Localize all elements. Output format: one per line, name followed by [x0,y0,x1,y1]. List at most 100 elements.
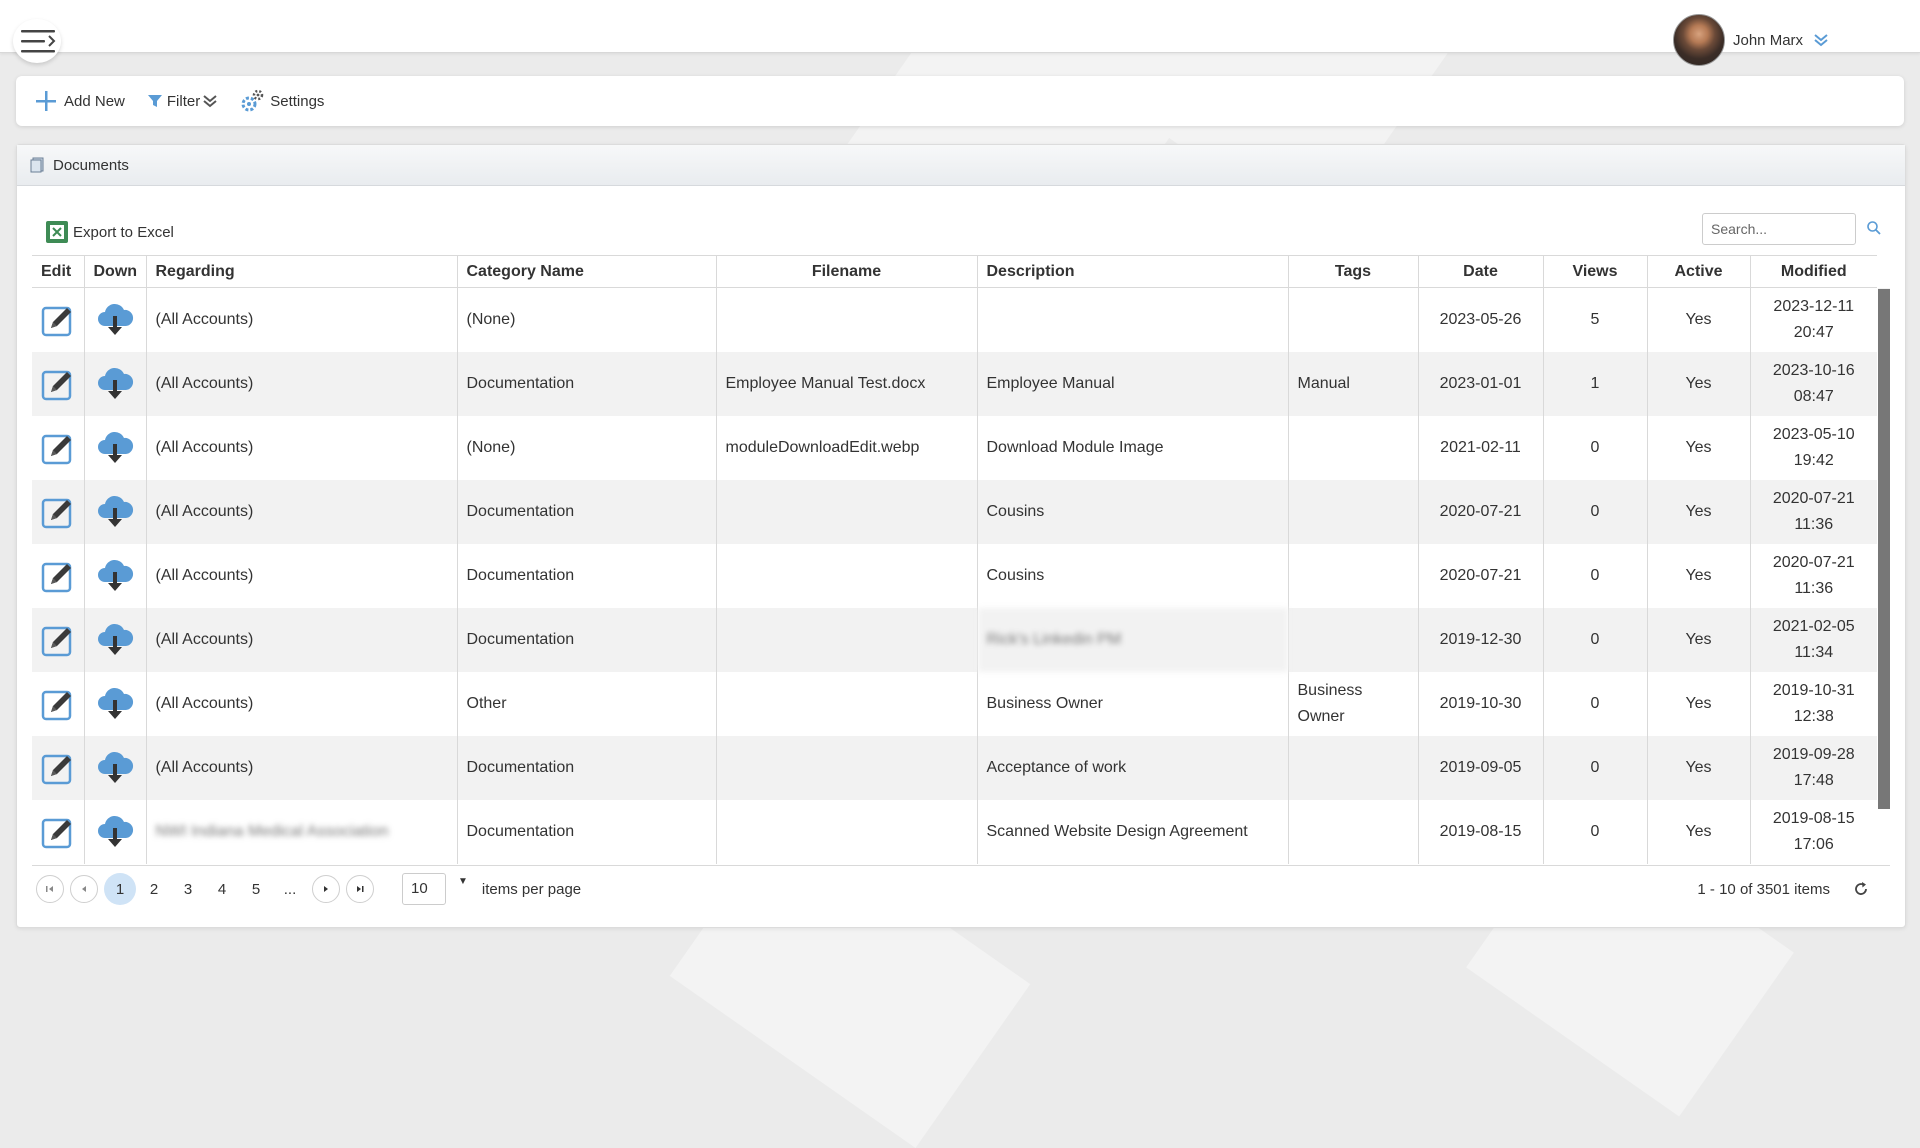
edit-icon[interactable] [40,430,76,466]
first-page-button[interactable] [36,875,64,903]
user-menu[interactable]: John Marx [1673,14,1829,66]
column-header-edit[interactable]: Edit [32,255,85,288]
column-header-views[interactable]: Views [1543,255,1648,288]
edit-icon[interactable] [40,366,76,402]
table-row[interactable]: (All Accounts) Documentation Cousins 202… [32,479,1877,544]
cloud-download-icon[interactable] [96,749,134,787]
table-row[interactable]: (All Accounts) Documentation Cousins 202… [32,543,1877,608]
page-size-dropdown-arrow[interactable]: ▼ [458,876,468,887]
cloud-download-icon[interactable] [96,621,134,659]
last-page-button[interactable] [346,875,374,903]
cloud-download-icon[interactable] [96,813,134,851]
filename-cell [716,735,978,800]
modified-cell: 2020-07-21 11:36 [1750,479,1877,544]
cloud-download-icon[interactable] [96,365,134,403]
active-cell: Yes [1647,671,1751,736]
modified-cell: 2023-12-11 20:47 [1750,288,1877,352]
cloud-download-icon[interactable] [96,301,134,339]
page-5-button[interactable]: 5 [240,873,272,905]
views-cell: 0 [1543,671,1648,736]
tags-cell [1288,543,1419,608]
table-row[interactable]: (All Accounts) Documentation Rick's Link… [32,607,1877,672]
page-4-button[interactable]: 4 [206,873,238,905]
column-header-regarding[interactable]: Regarding [146,255,458,288]
description-cell: Cousins [977,479,1289,544]
edit-icon[interactable] [40,814,76,850]
avatar [1673,14,1725,66]
column-header-down[interactable]: Down [84,255,147,288]
scrollbar-thumb[interactable] [1878,289,1890,809]
excel-icon [46,221,68,243]
modified-date: 2023-05-10 [1772,425,1855,443]
column-header-filename[interactable]: Filename [716,255,978,288]
column-header-date[interactable]: Date [1418,255,1544,288]
views-cell: 0 [1543,799,1648,864]
previous-page-button[interactable] [70,875,98,903]
table-row[interactable]: (All Accounts) Documentation Acceptance … [32,735,1877,800]
views-cell: 0 [1543,735,1648,800]
modified-time: 17:06 [1793,835,1834,853]
items-info: 1 - 10 of 3501 items [1697,880,1830,898]
column-header-modified[interactable]: Modified [1750,255,1877,288]
filename-cell [716,543,978,608]
download-cell [84,735,147,800]
search-icon[interactable] [1866,220,1882,236]
edit-icon[interactable] [40,686,76,722]
refresh-icon[interactable] [1852,880,1870,898]
table-row[interactable]: (All Accounts) (None) 2023-05-26 5 Yes 2… [32,287,1877,352]
add-new-button[interactable]: Add New [34,89,125,113]
cloud-download-icon[interactable] [96,493,134,531]
modified-time: 08:47 [1793,387,1834,405]
filter-button[interactable]: Filter [147,93,218,110]
next-page-button[interactable] [312,875,340,903]
table-row[interactable]: (All Accounts) Other Business Owner Busi… [32,671,1877,736]
category-cell: (None) [457,287,717,352]
cloud-download-icon[interactable] [96,429,134,467]
table-row[interactable]: (All Accounts) (None) moduleDownloadEdit… [32,415,1877,480]
page-3-button[interactable]: 3 [172,873,204,905]
edit-cell [32,287,85,352]
panel-header: Documents [17,145,1905,186]
document-icon [30,157,44,173]
plus-icon [36,91,56,111]
edit-icon[interactable] [40,622,76,658]
modified-time: 20:47 [1793,323,1834,341]
cloud-download-icon[interactable] [96,557,134,595]
hamburger-menu-button[interactable] [13,19,61,63]
edit-icon[interactable] [40,558,76,594]
filename-cell [716,799,978,864]
tags-cell: Manual [1288,351,1419,416]
date-cell: 2023-05-26 [1418,287,1544,352]
column-header-category[interactable]: Category Name [457,255,717,288]
category-cell: (None) [457,415,717,480]
settings-button[interactable]: Settings [240,89,324,113]
modified-time: 11:36 [1794,579,1834,597]
active-cell: Yes [1647,607,1751,672]
category-cell: Documentation [457,607,717,672]
settings-label: Settings [270,92,325,110]
edit-icon[interactable] [40,494,76,530]
table-row[interactable]: NWI Indiana Medical Association Document… [32,799,1877,864]
edit-icon[interactable] [40,750,76,786]
documents-table: Edit Down Regarding Category Name Filena… [32,255,1877,864]
active-cell: Yes [1647,735,1751,800]
export-to-excel-button[interactable]: Export to Excel [45,220,174,244]
page-size-select[interactable]: 10 [402,873,446,905]
column-header-description[interactable]: Description [977,255,1289,288]
edit-icon[interactable] [40,302,76,338]
export-label: Export to Excel [73,223,174,241]
column-header-tags[interactable]: Tags [1288,255,1419,288]
regarding-cell: (All Accounts) [146,671,458,736]
date-cell: 2019-12-30 [1418,607,1544,672]
category-cell: Documentation [457,735,717,800]
search-input[interactable] [1702,213,1856,245]
more-pages-button[interactable]: ... [274,873,306,905]
column-header-active[interactable]: Active [1647,255,1751,288]
edit-cell [32,415,85,480]
table-row[interactable]: (All Accounts) Documentation Employee Ma… [32,351,1877,416]
page-2-button[interactable]: 2 [138,873,170,905]
modified-cell: 2019-09-28 17:48 [1750,735,1877,800]
add-new-label: Add New [64,92,125,110]
page-1-button[interactable]: 1 [104,873,136,905]
cloud-download-icon[interactable] [96,685,134,723]
